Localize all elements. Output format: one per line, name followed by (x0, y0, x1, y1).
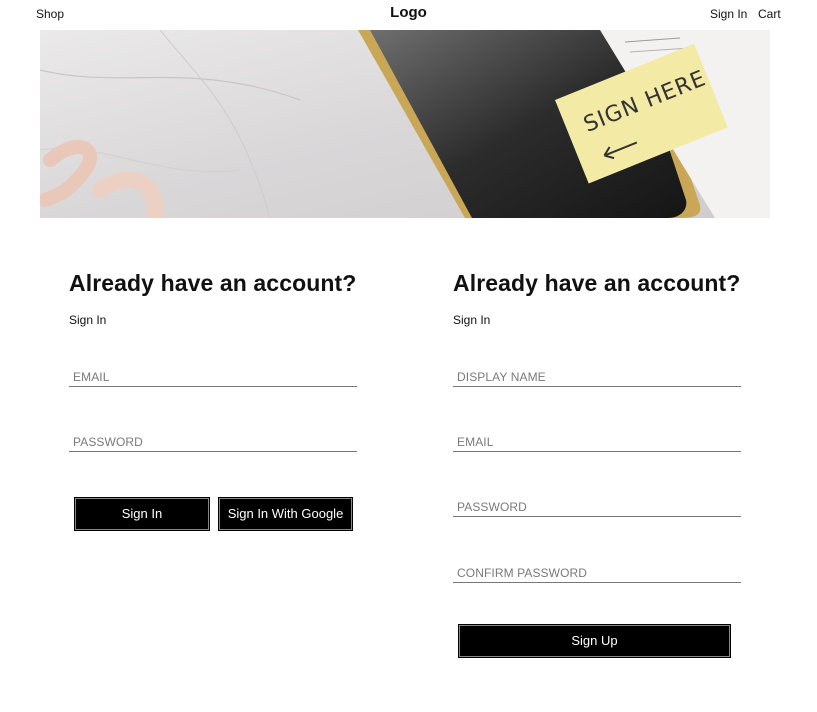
sign-in-form: Already have an account? Sign In Sign In… (69, 270, 359, 531)
nav-sign-in-link[interactable]: Sign In (710, 7, 747, 21)
sign-in-email-input[interactable] (69, 367, 357, 386)
sign-up-subtitle: Sign In (453, 313, 491, 327)
sign-up-email-input[interactable] (453, 432, 741, 451)
sign-in-subtitle: Sign In (69, 313, 107, 327)
hero-illustration: SIGN HERE (40, 30, 770, 218)
display-name-field[interactable] (453, 367, 741, 387)
confirm-password-field[interactable] (453, 563, 741, 583)
sign-in-title: Already have an account? (69, 270, 357, 296)
sign-in-email-field[interactable] (69, 367, 357, 387)
confirm-password-input[interactable] (453, 563, 741, 582)
sign-up-form: Already have an account? Sign In Sign Up (453, 270, 743, 658)
logo[interactable]: Logo (0, 4, 817, 21)
hero-image: SIGN HERE (40, 30, 770, 218)
sign-up-password-field[interactable] (453, 497, 741, 517)
display-name-input[interactable] (453, 367, 741, 386)
sign-in-password-input[interactable] (69, 432, 357, 451)
google-sign-in-button[interactable]: Sign In With Google (218, 497, 353, 531)
sign-up-password-input[interactable] (453, 497, 741, 516)
sign-up-email-field[interactable] (453, 432, 741, 452)
site-header: Shop Logo Sign In Cart (0, 0, 817, 30)
sign-up-title: Already have an account? (453, 270, 741, 296)
sign-up-button[interactable]: Sign Up (458, 624, 731, 658)
nav-cart-link[interactable]: Cart (758, 7, 781, 21)
sign-in-password-field[interactable] (69, 432, 357, 452)
sign-in-button[interactable]: Sign In (74, 497, 210, 531)
